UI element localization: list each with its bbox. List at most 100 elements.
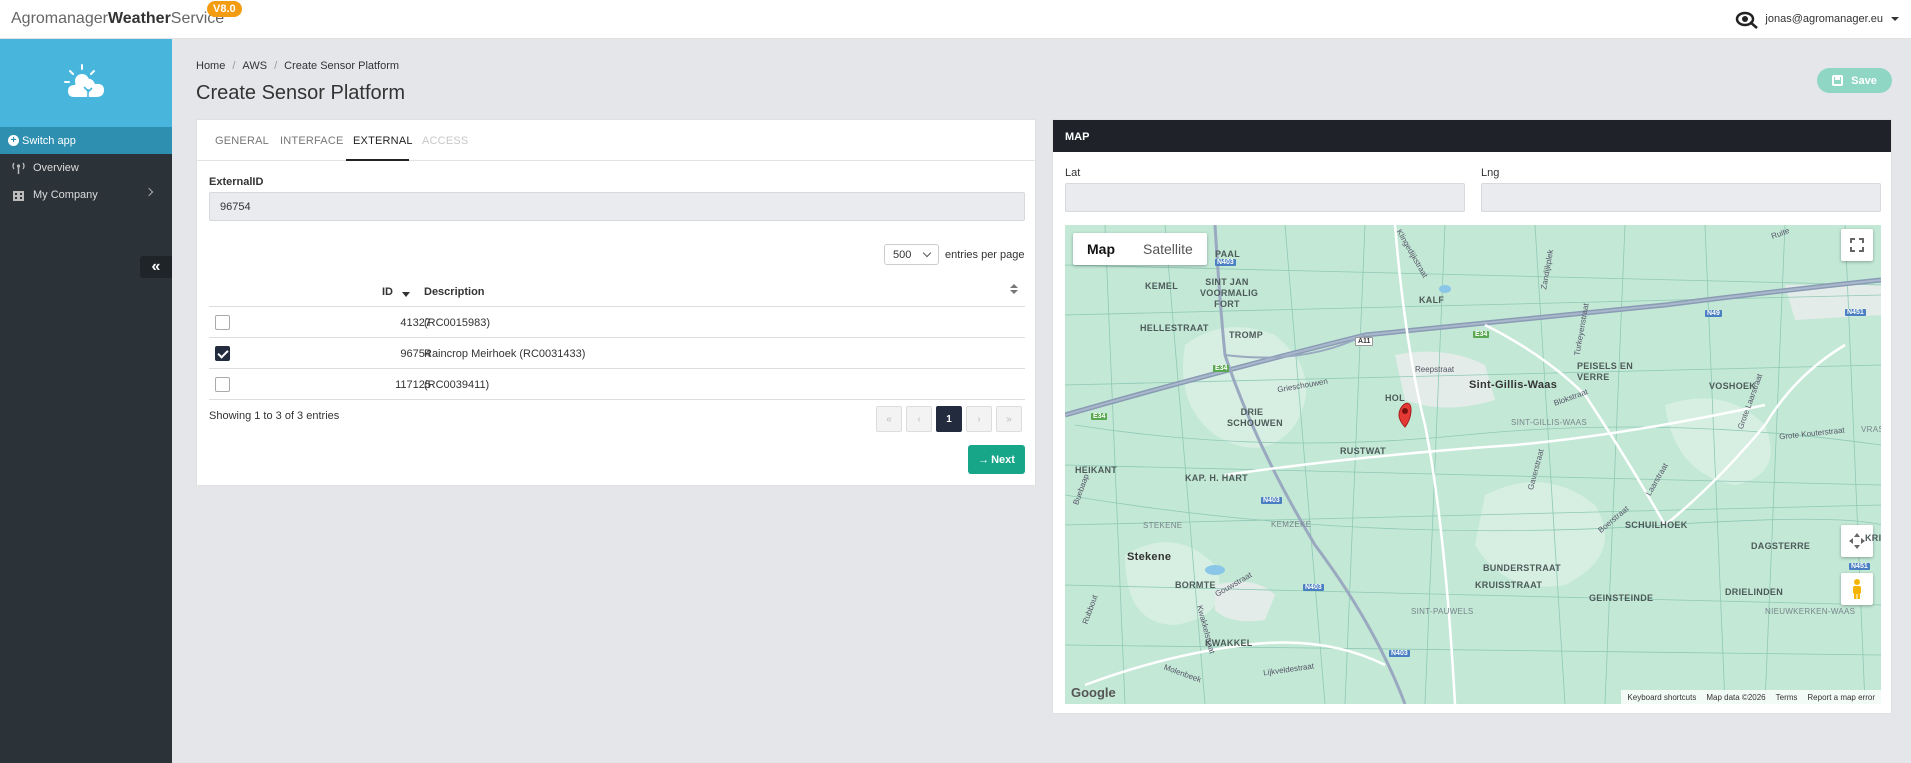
sort-icon[interactable] — [1010, 284, 1018, 296]
sidebar-item-overview[interactable]: Overview — [0, 154, 172, 181]
map-place-label: HELLESTRAAT — [1140, 323, 1209, 333]
column-header-description[interactable]: Description — [424, 286, 485, 298]
map-place-label: KRIE — [1865, 533, 1881, 543]
map-type-satellite-button[interactable]: Satellite — [1129, 233, 1207, 265]
sidebar-item-label: My Company — [33, 188, 98, 201]
map-type-map-button[interactable]: Map — [1073, 233, 1129, 265]
pager-prev-button[interactable]: ‹ — [906, 406, 932, 432]
sidebar-item-my-company[interactable]: My Company — [0, 181, 172, 208]
map-data-text: Map data ©2026 — [1706, 692, 1766, 702]
map-place-label: BUNDERSTRAAT — [1483, 563, 1561, 573]
map-place-label: Stekene — [1127, 551, 1172, 563]
terms-link[interactable]: Terms — [1776, 693, 1798, 702]
map-place-label: STEKENE — [1143, 521, 1183, 530]
external-id-input[interactable]: 96754 — [209, 192, 1025, 221]
chevron-right-icon — [144, 187, 154, 197]
sort-descending-icon[interactable] — [402, 292, 410, 297]
map-place-label: SINT JAN VOORMALIG FORT — [1200, 277, 1259, 309]
map-place-label: KEMEL — [1145, 281, 1178, 291]
map-attribution: Keyboard shortcuts Map data ©2026 Terms … — [1621, 690, 1881, 704]
map-place-label: BORMTE — [1175, 580, 1216, 590]
entries-per-page-label: entries per page — [945, 249, 1025, 261]
breadcrumb-separator: / — [232, 60, 236, 72]
lng-input[interactable] — [1481, 183, 1881, 212]
breadcrumb-home[interactable]: Home — [196, 60, 225, 72]
pegman-icon[interactable] — [1841, 573, 1873, 605]
sidebar-item-label: Overview — [33, 161, 79, 174]
breadcrumb-aws[interactable]: AWS — [242, 60, 267, 72]
pager-first-button[interactable]: « — [876, 406, 902, 432]
keyboard-shortcuts-link[interactable]: Keyboard shortcuts — [1627, 693, 1696, 702]
row-description: (RC0039411) — [424, 379, 490, 391]
pager-page-1-button[interactable]: 1 — [936, 406, 962, 432]
fullscreen-icon[interactable] — [1841, 229, 1873, 261]
arrow-right-icon: → — [978, 453, 990, 466]
tab-interface[interactable]: INTERFACE — [280, 135, 344, 147]
breadcrumb-separator: / — [274, 60, 278, 72]
sidebar-logo[interactable] — [0, 39, 172, 127]
road-shield: E34 — [1473, 331, 1490, 338]
road-shield: N403 — [1261, 497, 1282, 504]
pager-next-button[interactable]: › — [966, 406, 992, 432]
map-base-layer — [1065, 225, 1881, 704]
chevron-down-icon — [922, 248, 932, 258]
map-place-label: VRASE — [1861, 425, 1881, 434]
page-size-value: 500 — [893, 249, 912, 261]
external-panel: GENERAL INTERFACE EXTERNAL ACCESS Extern… — [196, 119, 1036, 486]
active-tab-indicator — [346, 159, 409, 161]
page-size-select[interactable]: 500 — [884, 244, 939, 265]
table-header-divider — [209, 306, 1025, 307]
row-description: (RC0015983) — [424, 317, 491, 329]
map-panel-title: MAP — [1053, 120, 1891, 152]
map-panel: MAP Lat Lng Map Satellite PAAL KEMEL SIN… — [1052, 119, 1892, 714]
app-brand[interactable]: AgromanagerWeatherService — [11, 10, 224, 28]
row-checkbox[interactable] — [215, 377, 230, 392]
map-place-label: Sint-Gillis-Waas — [1469, 379, 1558, 391]
map-type-toggle: Map Satellite — [1073, 233, 1207, 265]
switch-app-button[interactable]: + Switch app — [0, 127, 172, 154]
road-shield: N403 — [1303, 584, 1324, 591]
map-place-label: TROMP — [1229, 330, 1263, 340]
breadcrumb-current: Create Sensor Platform — [284, 60, 400, 72]
map-place-label: SINT-GILLIS-WAAS — [1511, 418, 1588, 427]
tab-access: ACCESS — [422, 135, 469, 147]
brand-bold: Weather — [107, 10, 171, 27]
map-place-label: DRIELINDEN — [1725, 587, 1784, 597]
map-place-label: SCHUILHOEK — [1625, 520, 1688, 530]
version-badge: V8.0 — [207, 1, 242, 17]
floppy-disk-icon — [1832, 75, 1844, 86]
plus-circle-icon: + — [8, 135, 19, 146]
chevron-down-icon — [1891, 17, 1899, 21]
external-id-label: ExternalID — [209, 176, 264, 188]
road-shield: N451 — [1845, 309, 1866, 316]
column-header-id[interactable]: ID — [382, 286, 393, 298]
map-place-label: PAAL — [1215, 249, 1241, 259]
report-map-error-link[interactable]: Report a map error — [1807, 693, 1875, 702]
table-info: Showing 1 to 3 of 3 entries — [209, 410, 340, 422]
row-checkbox[interactable] — [215, 346, 230, 361]
building-icon — [13, 190, 24, 201]
collapse-sidebar-button[interactable]: « — [140, 256, 172, 278]
next-label: Next — [991, 453, 1015, 466]
road-shield: A11 — [1355, 337, 1374, 346]
map-place-label: GEINSTEINDE — [1589, 593, 1654, 603]
lat-input[interactable] — [1065, 183, 1465, 212]
tab-general[interactable]: GENERAL — [215, 135, 269, 147]
map-place-label: KEMZEKE — [1271, 520, 1312, 529]
map-place-label: HOL — [1385, 393, 1405, 403]
save-button[interactable]: Save — [1817, 68, 1892, 93]
next-button[interactable]: → Next — [968, 445, 1025, 474]
breadcrumb: Home / AWS / Create Sensor Platform — [196, 60, 399, 72]
switch-app-label: Switch app — [22, 134, 76, 147]
map-place-label: KAP. H. HART — [1185, 473, 1248, 483]
user-email: jonas@agromanager.eu — [1765, 13, 1883, 25]
table-row-divider — [209, 337, 1025, 338]
pager-last-button[interactable]: » — [996, 406, 1022, 432]
tab-external[interactable]: EXTERNAL — [353, 135, 413, 147]
map-view[interactable]: Map Satellite PAAL KEMEL SINT JAN VOORMA… — [1065, 225, 1881, 704]
user-menu[interactable]: jonas@agromanager.eu — [1735, 9, 1899, 29]
brand-light: Agromanager — [11, 10, 108, 27]
road-shield: N403 — [1215, 259, 1236, 266]
row-checkbox[interactable] — [215, 315, 230, 330]
map-place-label: DRIE SCHOUWEN — [1227, 407, 1283, 428]
